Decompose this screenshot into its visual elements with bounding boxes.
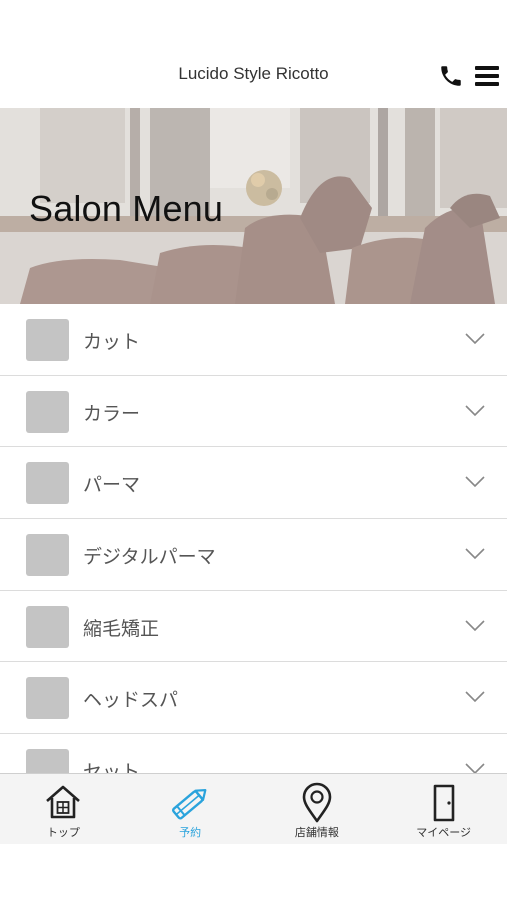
menu-thumbnail [26, 749, 69, 773]
menu-item-label: カラー [83, 402, 141, 425]
bottom-nav: トップ 予約 店舗情報 マイページ [0, 773, 507, 844]
nav-item-top[interactable]: トップ [0, 774, 127, 844]
menu-item-straightening[interactable]: 縮毛矯正 [0, 590, 507, 663]
chevron-down-icon [465, 620, 485, 631]
phone-icon[interactable] [438, 63, 464, 89]
hero-banner: Salon Menu [0, 108, 507, 304]
menu-item-label: パーマ [83, 474, 141, 497]
door-icon [433, 784, 454, 822]
nav-label: 店舗情報 [294, 826, 339, 839]
menu-thumbnail [26, 605, 69, 648]
chevron-down-icon [465, 548, 485, 560]
menu-item-label: ヘッドスパ [83, 689, 179, 712]
menu-item-head-spa[interactable]: ヘッドスパ [0, 662, 507, 735]
menu-item-label: デジタルパーマ [83, 546, 216, 569]
nav-item-store-info[interactable]: 店舗情報 [254, 774, 381, 844]
map-pin-icon [302, 782, 332, 823]
menu-item-set[interactable]: セット [0, 734, 507, 773]
nav-label: トップ [46, 826, 80, 839]
menu-item-perm[interactable]: パーマ [0, 447, 507, 520]
chevron-down-icon [465, 476, 485, 488]
menu-thumbnail [26, 390, 69, 433]
app-title: Lucido Style Ricotto [178, 64, 329, 83]
salon-menu-list: カット カラー パーマ デジタルパーマ 縮毛矯正 ヘッドスパ セット [0, 304, 507, 773]
menu-thumbnail [26, 677, 69, 720]
menu-item-label: セット [83, 761, 141, 773]
menu-item-label: 縮毛矯正 [83, 617, 160, 640]
menu-thumbnail [26, 534, 69, 577]
menu-thumbnail [26, 462, 69, 505]
menu-item-color[interactable]: カラー [0, 375, 507, 448]
pencil-icon [172, 789, 207, 820]
chevron-down-icon [465, 405, 485, 416]
page-title: Salon Menu [29, 188, 224, 229]
chevron-down-icon [465, 763, 485, 773]
nav-item-my-page[interactable]: マイページ [380, 774, 507, 844]
menu-item-label: カット [83, 331, 141, 353]
chevron-down-icon [465, 691, 485, 703]
menu-item-digital-perm[interactable]: デジタルパーマ [0, 519, 507, 591]
nav-item-reservation[interactable]: 予約 [127, 774, 254, 844]
menu-thumbnail [26, 319, 69, 361]
hamburger-menu-icon[interactable] [474, 64, 500, 88]
menu-item-cut[interactable]: カット [0, 304, 507, 376]
nav-label: 予約 [179, 826, 202, 839]
app-header: Lucido Style Ricotto [0, 0, 507, 108]
nav-label: マイページ [416, 826, 472, 839]
chevron-down-icon [465, 333, 485, 345]
home-icon [46, 785, 81, 819]
